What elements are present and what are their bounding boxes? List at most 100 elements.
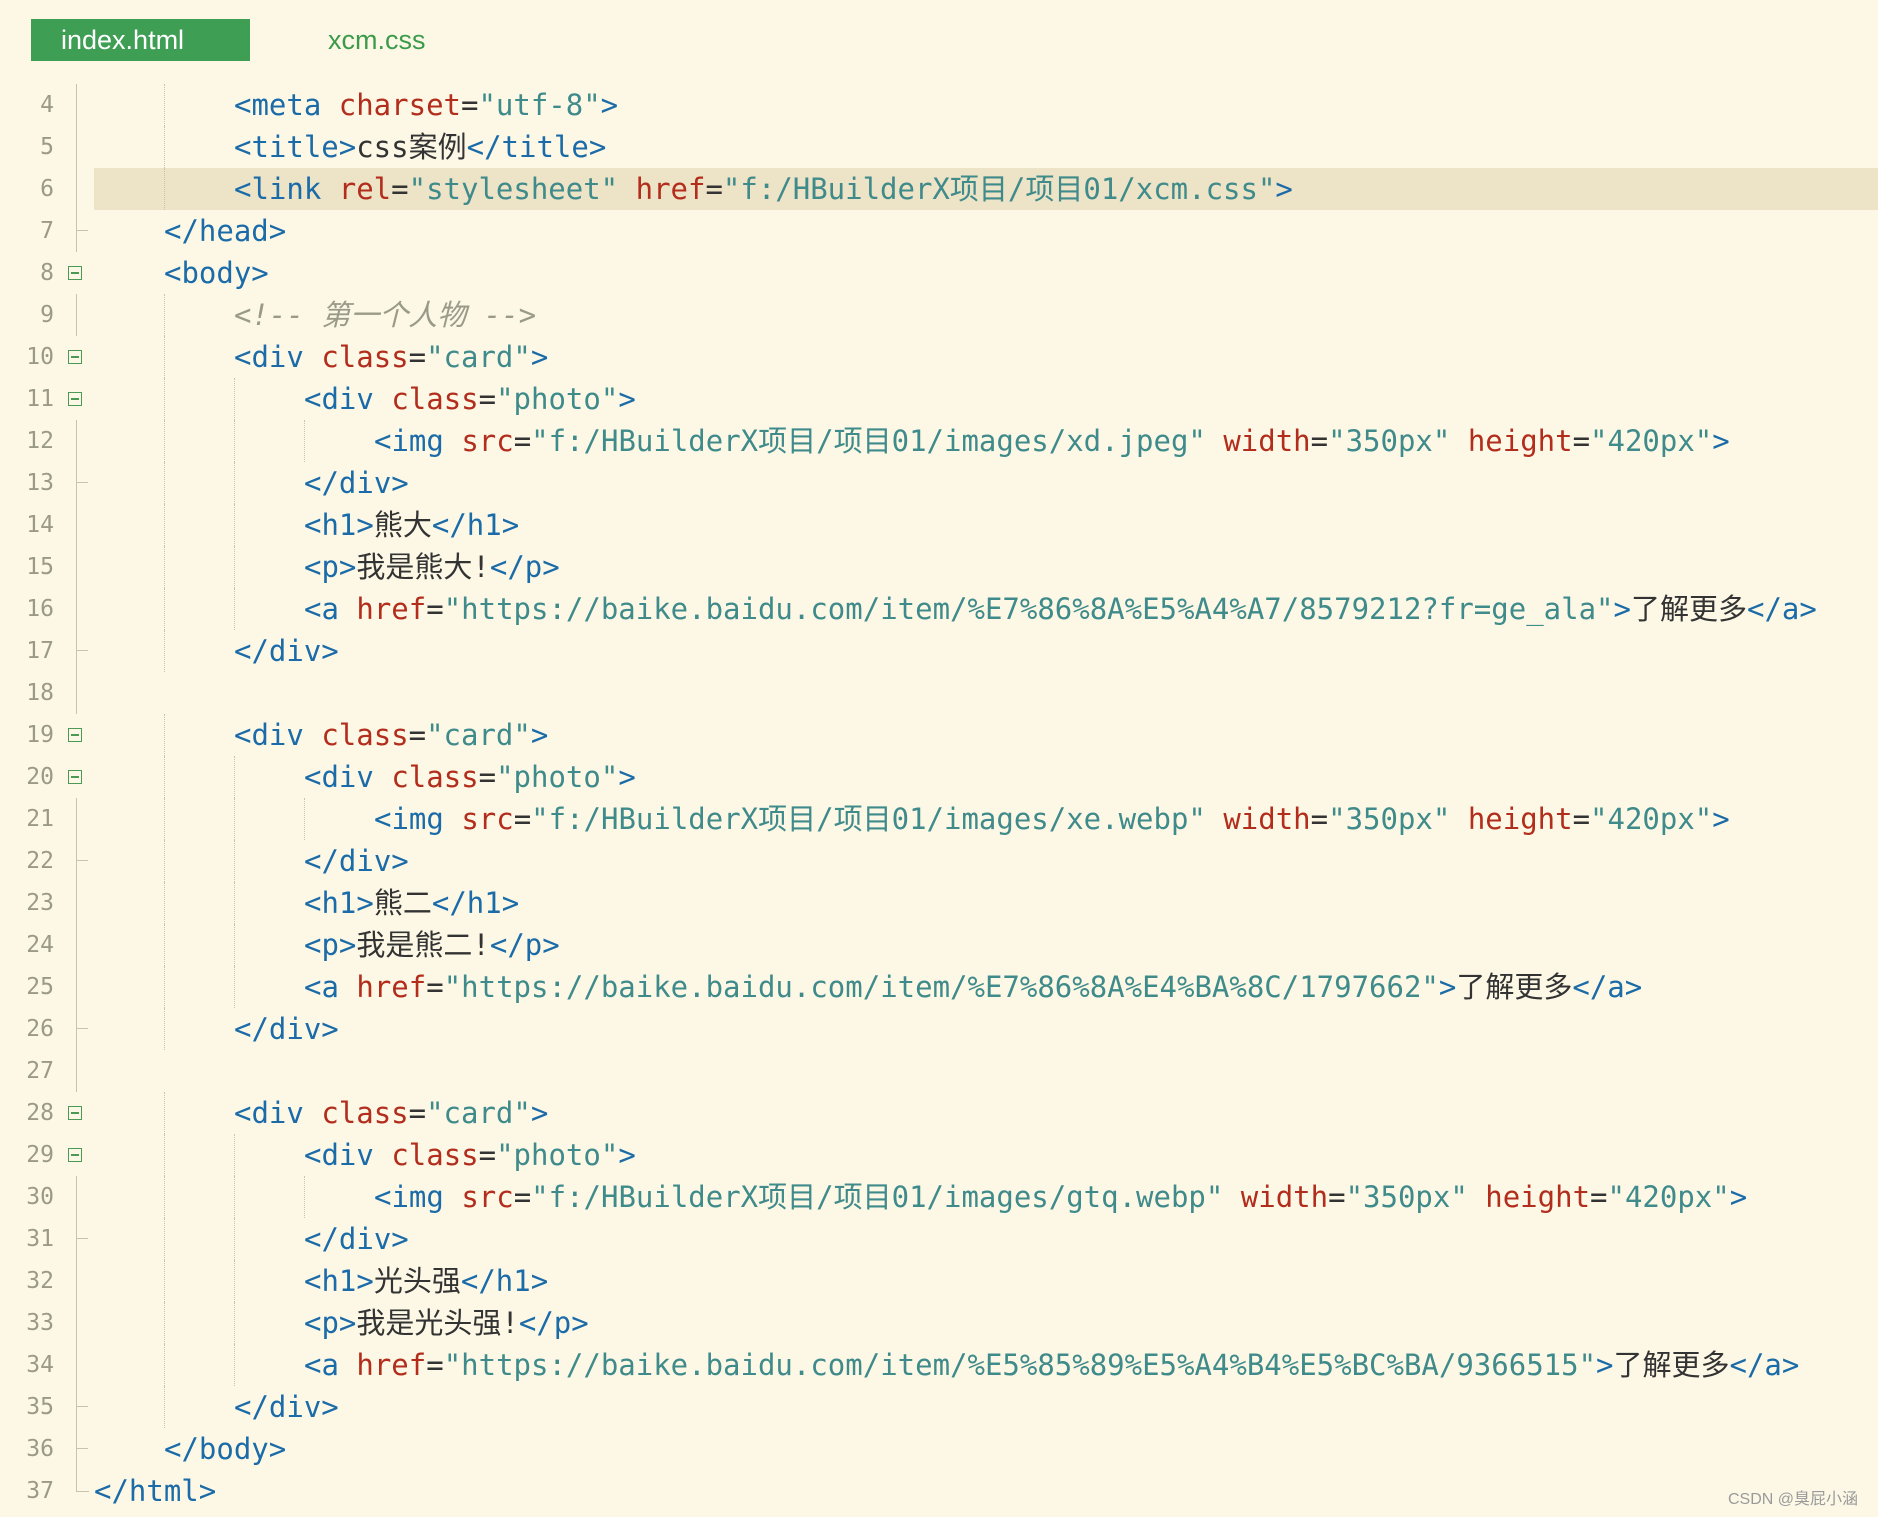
code-line[interactable]: 15 <p>我是熊大!</p> bbox=[0, 546, 1878, 588]
code-text: </div> bbox=[234, 630, 339, 672]
watermark: CSDN @臭屁小涵 bbox=[1727, 1491, 1858, 1508]
code-line[interactable]: 31 </div> bbox=[0, 1218, 1878, 1260]
code-line[interactable]: 26 </div> bbox=[0, 1008, 1878, 1050]
code-line[interactable]: 24 <p>我是熊二!</p> bbox=[0, 924, 1878, 966]
code-token: "420px" bbox=[1590, 424, 1713, 458]
code-line[interactable]: 32 <h1>光头强</h1> bbox=[0, 1260, 1878, 1302]
fold-guide bbox=[76, 1344, 77, 1386]
code-line[interactable]: 22 </div> bbox=[0, 840, 1878, 882]
indent-guide bbox=[234, 1134, 235, 1176]
code-token: > bbox=[1729, 1180, 1748, 1214]
code-token: <img bbox=[374, 424, 462, 458]
fold-guide bbox=[76, 924, 77, 966]
line-number: 9 bbox=[40, 302, 54, 328]
code-line[interactable]: 25 <a href="https://baike.baidu.com/item/… bbox=[0, 966, 1878, 1008]
code-line[interactable]: 29 <div class="photo"> bbox=[0, 1134, 1878, 1176]
fold-toggle-icon[interactable] bbox=[68, 728, 82, 742]
code-line[interactable]: 19 <div class="card"> bbox=[0, 714, 1878, 756]
code-token: <div bbox=[234, 340, 322, 374]
code-line[interactable]: 27 bbox=[0, 1050, 1878, 1092]
code-line[interactable]: 9 <!-- 第一个人物 --> bbox=[0, 294, 1878, 336]
code-line[interactable]: 36 </body> bbox=[0, 1428, 1878, 1470]
code-text: </div> bbox=[304, 1218, 409, 1260]
code-token: 我是光头强! bbox=[356, 1306, 519, 1340]
fold-toggle-icon[interactable] bbox=[68, 266, 82, 280]
fold-toggle-icon[interactable] bbox=[68, 350, 82, 364]
code-token: "350px" bbox=[1328, 802, 1468, 836]
code-line[interactable]: 21 <img src="f:/HBuilderX项目/项目01/images/x… bbox=[0, 798, 1878, 840]
fold-guide bbox=[76, 168, 77, 210]
code-token: 我是熊二! bbox=[356, 928, 490, 962]
code-line[interactable]: 23 <h1>熊二</h1> bbox=[0, 882, 1878, 924]
code-line[interactable]: 28 <div class="card"> bbox=[0, 1092, 1878, 1134]
indent-guide bbox=[164, 924, 165, 966]
indent-guide bbox=[164, 714, 165, 756]
code-token: 熊大 bbox=[373, 508, 432, 542]
fold-guide bbox=[76, 420, 77, 462]
code-line[interactable]: 30 <img src="f:/HBuilderX项目/项目01/images/g… bbox=[0, 1176, 1878, 1218]
code-token: > bbox=[1275, 172, 1293, 206]
line-number: 35 bbox=[26, 1394, 54, 1420]
indent-guide bbox=[164, 966, 165, 1008]
code-token: <link bbox=[234, 172, 339, 206]
code-text: </html> bbox=[94, 1470, 216, 1512]
code-token: </p> bbox=[489, 550, 560, 584]
code-token: rel bbox=[338, 172, 392, 206]
code-line[interactable]: 14 <h1>熊大</h1> bbox=[0, 504, 1878, 546]
indent-guide bbox=[234, 966, 235, 1008]
code-line[interactable]: 20 <div class="photo"> bbox=[0, 756, 1878, 798]
code-token: "card" bbox=[426, 1096, 531, 1130]
indent-guide bbox=[234, 462, 235, 504]
code-token: <h1> bbox=[304, 886, 374, 920]
code-line[interactable]: 16 <a href="https://baike.baidu.com/item/… bbox=[0, 588, 1878, 630]
tab-index-html[interactable]: index.html bbox=[31, 19, 250, 61]
code-token: 了解更多 bbox=[1613, 1348, 1730, 1382]
code-token: </h1> bbox=[460, 1264, 549, 1298]
tab-xcm-css[interactable]: xcm.css bbox=[328, 19, 426, 61]
code-token: width bbox=[1223, 802, 1311, 836]
code-text: </head> bbox=[164, 210, 286, 252]
code-token: </p> bbox=[518, 1306, 589, 1340]
fold-end-marker bbox=[76, 1448, 88, 1449]
code-line[interactable]: 35 </div> bbox=[0, 1386, 1878, 1428]
code-line[interactable]: 13 </div> bbox=[0, 462, 1878, 504]
code-line[interactable]: 17 </div> bbox=[0, 630, 1878, 672]
code-line[interactable]: 11 <div class="photo"> bbox=[0, 378, 1878, 420]
code-line[interactable]: 6 <link rel="stylesheet" href="f:/HBuilde… bbox=[0, 168, 1878, 210]
code-line[interactable]: 33 <p>我是光头强!</p> bbox=[0, 1302, 1878, 1344]
code-token: "f:/HBuilderX项目/项目01/xcm.css" bbox=[722, 172, 1276, 206]
fold-toggle-icon[interactable] bbox=[68, 1148, 82, 1162]
fold-end-marker bbox=[76, 1406, 88, 1407]
line-number: 11 bbox=[26, 386, 54, 412]
code-line[interactable]: 4 <meta charset="utf-8"> bbox=[0, 84, 1878, 126]
code-text: <img src="f:/HBuilderX项目/项目01/images/xe.… bbox=[374, 798, 1730, 840]
fold-toggle-icon[interactable] bbox=[68, 1106, 82, 1120]
code-token: = bbox=[513, 424, 532, 458]
fold-toggle-icon[interactable] bbox=[68, 392, 82, 406]
code-token: = bbox=[1310, 802, 1329, 836]
code-line[interactable]: 7 </head> bbox=[0, 210, 1878, 252]
fold-guide bbox=[76, 1428, 77, 1470]
line-number: 34 bbox=[26, 1352, 54, 1378]
code-line[interactable]: 37 </html> bbox=[0, 1470, 1878, 1512]
fold-toggle-icon[interactable] bbox=[68, 770, 82, 784]
code-token: <div bbox=[234, 718, 322, 752]
code-token: </div> bbox=[304, 844, 409, 878]
code-line[interactable]: 18 bbox=[0, 672, 1878, 714]
code-text: </div> bbox=[304, 462, 409, 504]
code-line[interactable]: 12 <img src="f:/HBuilderX项目/项目01/images/x… bbox=[0, 420, 1878, 462]
line-number: 24 bbox=[26, 932, 54, 958]
code-text: </div> bbox=[304, 840, 409, 882]
indent-guide bbox=[234, 1344, 235, 1386]
code-line[interactable]: 34 <a href="https://baike.baidu.com/item/… bbox=[0, 1344, 1878, 1386]
code-line[interactable]: 5 <title>css案例</title> bbox=[0, 126, 1878, 168]
indent-guide bbox=[234, 378, 235, 420]
fold-guide bbox=[76, 1008, 77, 1050]
code-token: = bbox=[426, 1348, 444, 1382]
code-line[interactable]: 8 <body> bbox=[0, 252, 1878, 294]
code-text: <meta charset="utf-8"> bbox=[234, 84, 618, 126]
indent-guide bbox=[164, 336, 165, 378]
code-line[interactable]: 10 <div class="card"> bbox=[0, 336, 1878, 378]
code-token: src bbox=[461, 802, 514, 836]
fold-guide bbox=[76, 462, 77, 504]
